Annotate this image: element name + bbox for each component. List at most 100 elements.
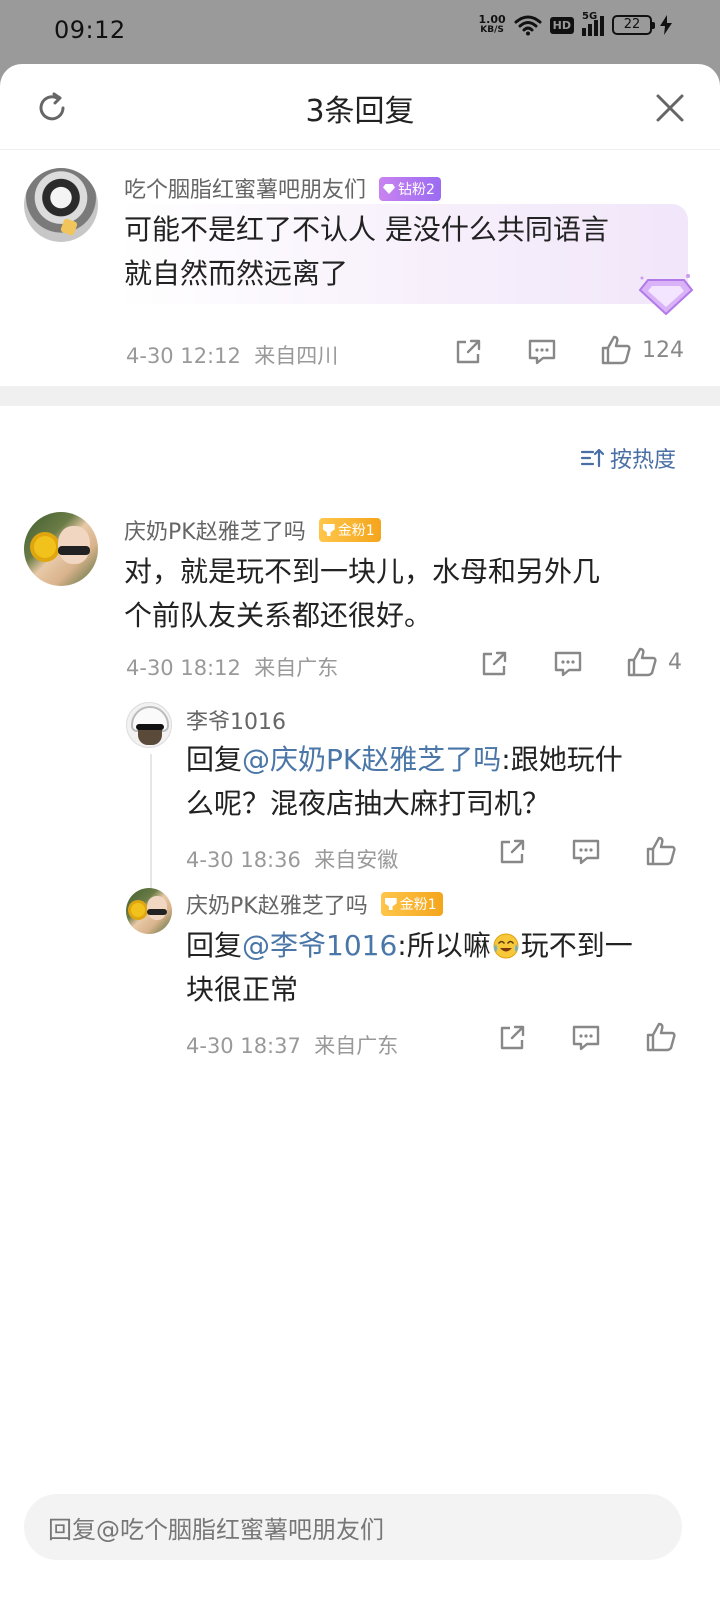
wifi-icon xyxy=(514,15,542,36)
like-button[interactable]: 124 xyxy=(600,334,684,366)
comment-text-line: 就自然而然远离了 xyxy=(124,257,349,290)
comment-meta: 4-30 18:36 来自安徽 xyxy=(186,844,398,874)
trophy-icon xyxy=(384,898,397,910)
sheet-header: 3条回复 xyxy=(0,64,720,150)
share-button[interactable] xyxy=(478,648,510,680)
avatar-glasses xyxy=(136,724,164,730)
avatar[interactable] xyxy=(126,888,172,934)
reply-prefix: 回复 xyxy=(186,929,243,962)
thread-line xyxy=(150,754,152,900)
comment-text-segment: :所以嘛 xyxy=(397,929,491,962)
sort-button[interactable]: 按热度 xyxy=(580,442,676,474)
thumbs-up-icon xyxy=(646,1022,676,1052)
avatar-flower xyxy=(34,536,56,558)
comment-meta: 4-30 18:12 来自广东 xyxy=(126,652,338,682)
close-icon xyxy=(656,94,684,122)
avatar-face xyxy=(58,526,90,564)
like-button[interactable]: 4 xyxy=(626,646,682,678)
comment-username[interactable]: 李爷1016 xyxy=(186,704,286,736)
battery-level: 22 xyxy=(623,17,641,32)
comment-icon xyxy=(554,651,582,677)
like-button[interactable] xyxy=(644,1020,678,1054)
status-time: 09:12 xyxy=(54,16,126,44)
network-speed-value: 1.00 xyxy=(478,13,506,26)
username-text: 吃个胭脂红蜜薯吧朋友们 xyxy=(124,178,367,203)
reply-prefix: 回复 xyxy=(186,743,243,776)
avatar[interactable] xyxy=(126,702,172,748)
avatar[interactable] xyxy=(24,168,98,242)
comment-button[interactable] xyxy=(570,1022,602,1054)
replies-sheet: 3条回复 吃个胭脂红蜜薯吧朋友们 钻粉2 可能不是红了不认人 是没什么共同语言 … xyxy=(0,64,720,1600)
comment-text-segment: :跟她玩什 xyxy=(501,743,623,776)
comment-date: 4-30 12:12 xyxy=(126,344,241,368)
comment-username[interactable]: 庆奶PK赵雅芝了吗 金粉1 xyxy=(186,888,443,920)
diamond-icon xyxy=(383,184,396,194)
comment-text-line: 么呢？混夜店抽大麻打司机？ xyxy=(186,787,551,820)
thumbs-up-icon xyxy=(646,836,676,866)
avatar[interactable] xyxy=(24,512,98,586)
charging-icon xyxy=(660,15,672,35)
comment-button[interactable] xyxy=(526,336,558,368)
comment-text-segment: 玩不到一 xyxy=(520,929,633,962)
reply-input[interactable]: 回复@吃个胭脂红蜜薯吧朋友们 xyxy=(24,1494,682,1560)
mention-link[interactable]: @庆奶PK赵雅芝了吗 xyxy=(242,743,501,776)
fan-badge: 钻粉2 xyxy=(379,177,441,201)
status-icons: 1.00 KB/S HD 5G 22 xyxy=(479,11,672,36)
comment-button[interactable] xyxy=(570,836,602,868)
comment-text: 可能不是红了不认人 是没什么共同语言 就自然而然远离了 xyxy=(124,208,684,296)
share-icon xyxy=(500,1025,525,1050)
comment-text-line: 对，就是玩不到一块儿，水母和另外几 xyxy=(124,555,601,588)
comment-icon xyxy=(528,339,556,365)
share-icon xyxy=(456,339,481,364)
close-button[interactable] xyxy=(648,86,692,130)
comment-text-line: 块很正常 xyxy=(186,973,299,1006)
avatar-flower xyxy=(131,903,145,917)
avatar-accent xyxy=(60,218,78,236)
comment-date: 4-30 18:37 xyxy=(186,1034,301,1058)
comment-text-line: 回复@李爷1016:所以嘛 玩不到一 xyxy=(186,924,686,968)
comment-icon xyxy=(572,839,600,865)
comment-text: 回复@庆奶PK赵雅芝了吗:跟她玩什 么呢？混夜店抽大麻打司机？ xyxy=(186,738,686,826)
avatar-glasses xyxy=(147,909,167,915)
network-speed: 1.00 KB/S xyxy=(479,14,506,36)
comment-text-line: 可能不是红了不认人 是没什么共同语言 xyxy=(124,213,609,246)
comment-location: 来自广东 xyxy=(314,1034,399,1058)
badge-label: 金粉1 xyxy=(337,523,375,539)
avatar-face xyxy=(147,896,167,920)
diamond-decoration-icon xyxy=(638,274,694,316)
mention-link[interactable]: @李爷1016 xyxy=(242,929,397,962)
like-count: 124 xyxy=(642,337,684,363)
fan-badge: 金粉1 xyxy=(380,892,443,916)
comment-username[interactable]: 庆奶PK赵雅芝了吗 金粉1 xyxy=(124,514,381,546)
share-button[interactable] xyxy=(496,1022,528,1054)
badge-label: 金粉1 xyxy=(399,897,437,913)
network-type: 5G xyxy=(582,11,598,22)
comment-meta: 4-30 12:12 来自四川 xyxy=(126,340,338,370)
sort-icon xyxy=(580,448,604,468)
share-button[interactable] xyxy=(496,836,528,868)
comment-date: 4-30 18:12 xyxy=(126,656,241,680)
comment-meta: 4-30 18:37 来自广东 xyxy=(186,1030,398,1060)
username-text: 庆奶PK赵雅芝了吗 xyxy=(124,520,306,545)
sort-label: 按热度 xyxy=(609,448,676,473)
like-button[interactable] xyxy=(644,834,678,868)
avatar-glasses xyxy=(58,546,90,555)
like-count: 4 xyxy=(668,649,682,675)
share-button[interactable] xyxy=(452,336,484,368)
trophy-icon xyxy=(322,524,335,536)
battery-icon: 22 xyxy=(612,15,655,35)
reply-placeholder: 回复@吃个胭脂红蜜薯吧朋友们 xyxy=(48,1516,384,1544)
comment-text-line: 回复@庆奶PK赵雅芝了吗:跟她玩什 xyxy=(186,738,686,782)
badge-label: 钻粉2 xyxy=(398,182,435,198)
comment-location: 来自广东 xyxy=(254,656,339,680)
signal-icon: 5G xyxy=(582,11,604,36)
username-text: 庆奶PK赵雅芝了吗 xyxy=(186,894,368,919)
comment-location: 来自四川 xyxy=(254,344,339,368)
comment-text-line: 个前队友关系都还很好。 xyxy=(124,599,433,632)
comment-username[interactable]: 吃个胭脂红蜜薯吧朋友们 钻粉2 xyxy=(124,172,441,204)
comment-button[interactable] xyxy=(552,648,584,680)
page-title: 3条回复 xyxy=(305,94,415,129)
network-speed-unit: KB/S xyxy=(480,25,504,35)
thumbs-up-icon xyxy=(601,335,631,365)
username-text: 李爷1016 xyxy=(186,710,286,735)
